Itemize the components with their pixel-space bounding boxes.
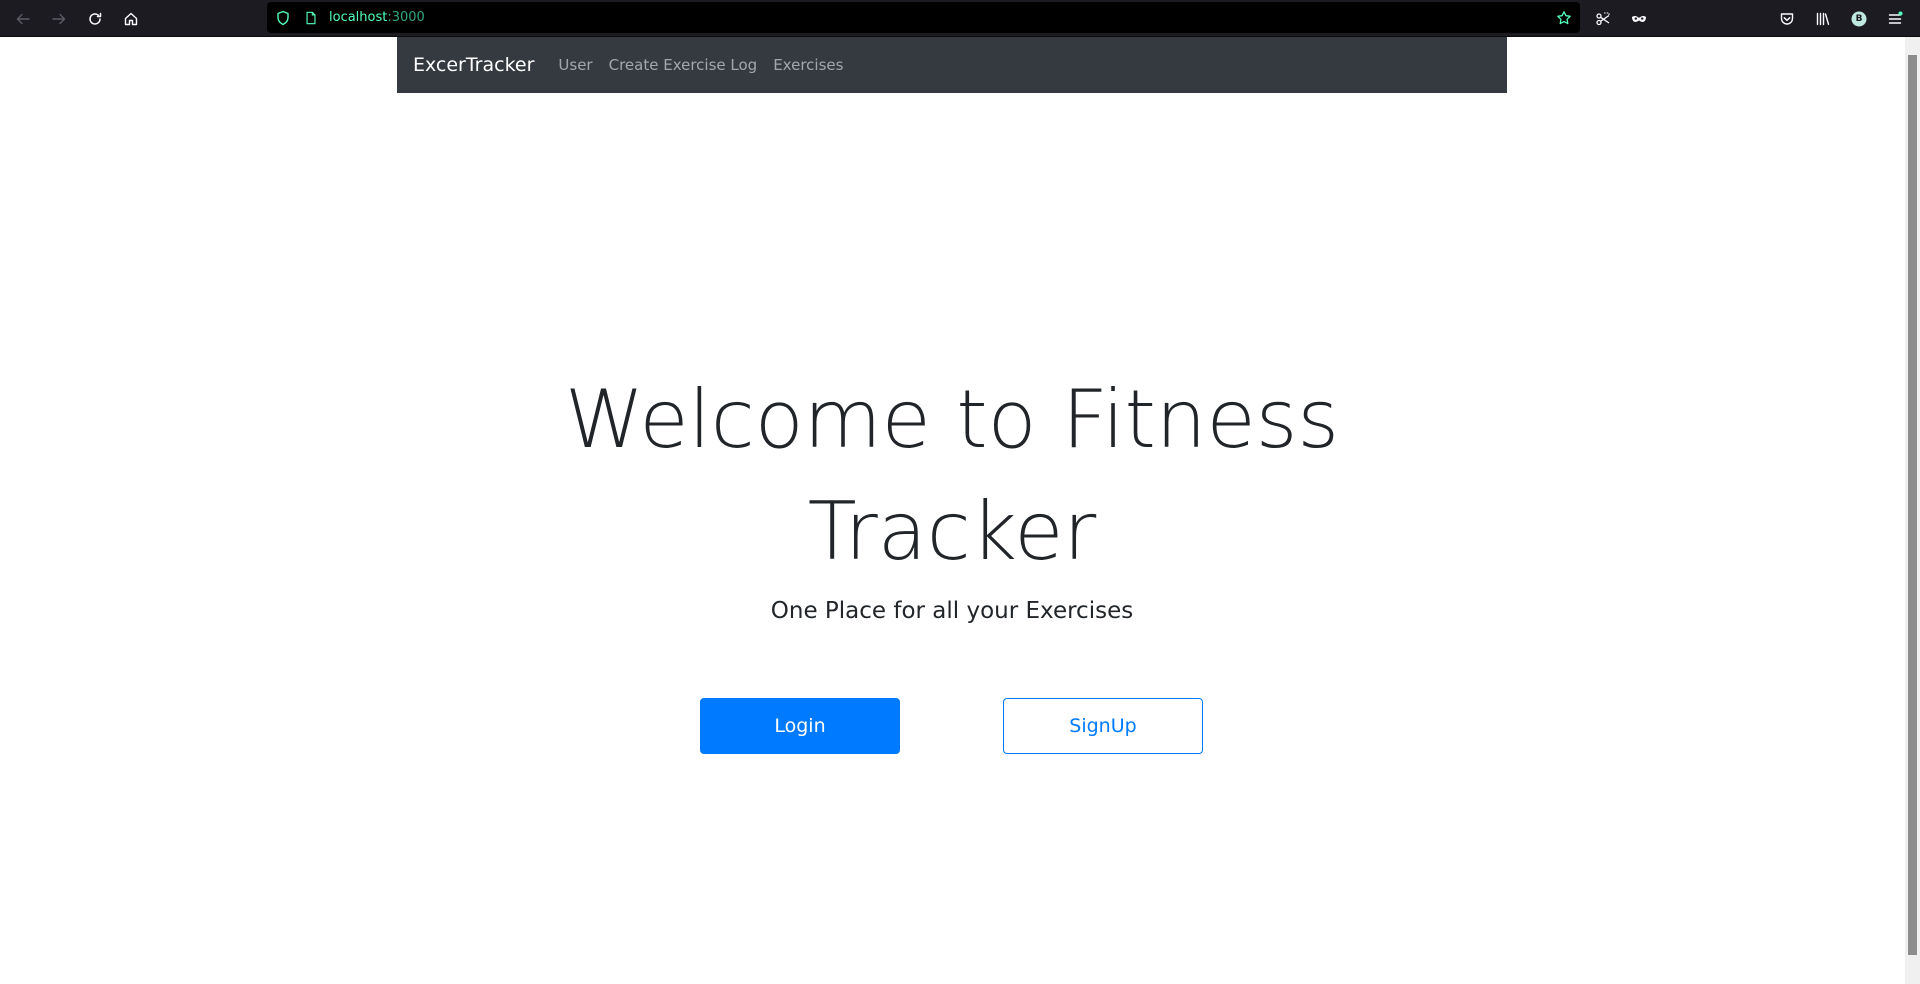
library-icon (1816, 12, 1830, 26)
screenshot-icon (1596, 12, 1610, 26)
reload-icon (89, 12, 102, 25)
account-initial: B (1855, 14, 1863, 24)
url-bar[interactable]: localhost:3000 (267, 2, 1580, 33)
reload-button[interactable] (82, 6, 108, 32)
bookmark-star-icon[interactable] (1555, 9, 1573, 27)
account-button[interactable]: B (1846, 6, 1872, 32)
hero-title: Welcome to Fitness Tracker (564, 373, 1340, 578)
navbar: ExcerTracker User Create Exercise Log Ex… (397, 37, 1507, 93)
hero: Welcome to Fitness Tracker One Place for… (397, 364, 1507, 628)
back-button[interactable] (10, 6, 36, 32)
home-button[interactable] (118, 6, 144, 32)
url-host: localhost (329, 10, 388, 25)
forward-icon (52, 13, 66, 25)
mask-icon (1632, 15, 1646, 22)
forward-button[interactable] (46, 6, 72, 32)
navbar-brand[interactable]: ExcerTracker (413, 54, 534, 76)
nav-link-exercises[interactable]: Exercises (773, 56, 843, 74)
nav-link-create-exercise-log[interactable]: Create Exercise Log (609, 56, 758, 74)
menu-icon (1888, 11, 1903, 24)
home-icon (124, 12, 138, 26)
hero-subtitle: One Place for all your Exercises (770, 598, 1134, 624)
page-scrollbar[interactable] (1905, 37, 1920, 984)
mask-button[interactable] (1626, 6, 1652, 32)
library-button[interactable] (1810, 6, 1836, 32)
screenshot-button[interactable] (1590, 6, 1616, 32)
tracking-shield-icon[interactable] (274, 9, 292, 27)
url-port: :3000 (387, 10, 425, 25)
pocket-button[interactable] (1774, 6, 1800, 32)
page-content: ExcerTracker User Create Exercise Log Ex… (0, 37, 1905, 984)
menu-button[interactable] (1882, 6, 1908, 32)
page-icon[interactable] (303, 10, 319, 26)
back-icon (16, 13, 30, 25)
nav-link-user[interactable]: User (558, 56, 592, 74)
login-button[interactable]: Login (700, 698, 900, 754)
pocket-icon (1780, 13, 1794, 25)
url-text[interactable]: localhost:3000 (329, 10, 425, 26)
browser-toolbar: localhost:3000 B (0, 0, 1920, 37)
scrollbar-thumb[interactable] (1908, 55, 1917, 955)
signup-button[interactable]: SignUp (1003, 698, 1203, 754)
